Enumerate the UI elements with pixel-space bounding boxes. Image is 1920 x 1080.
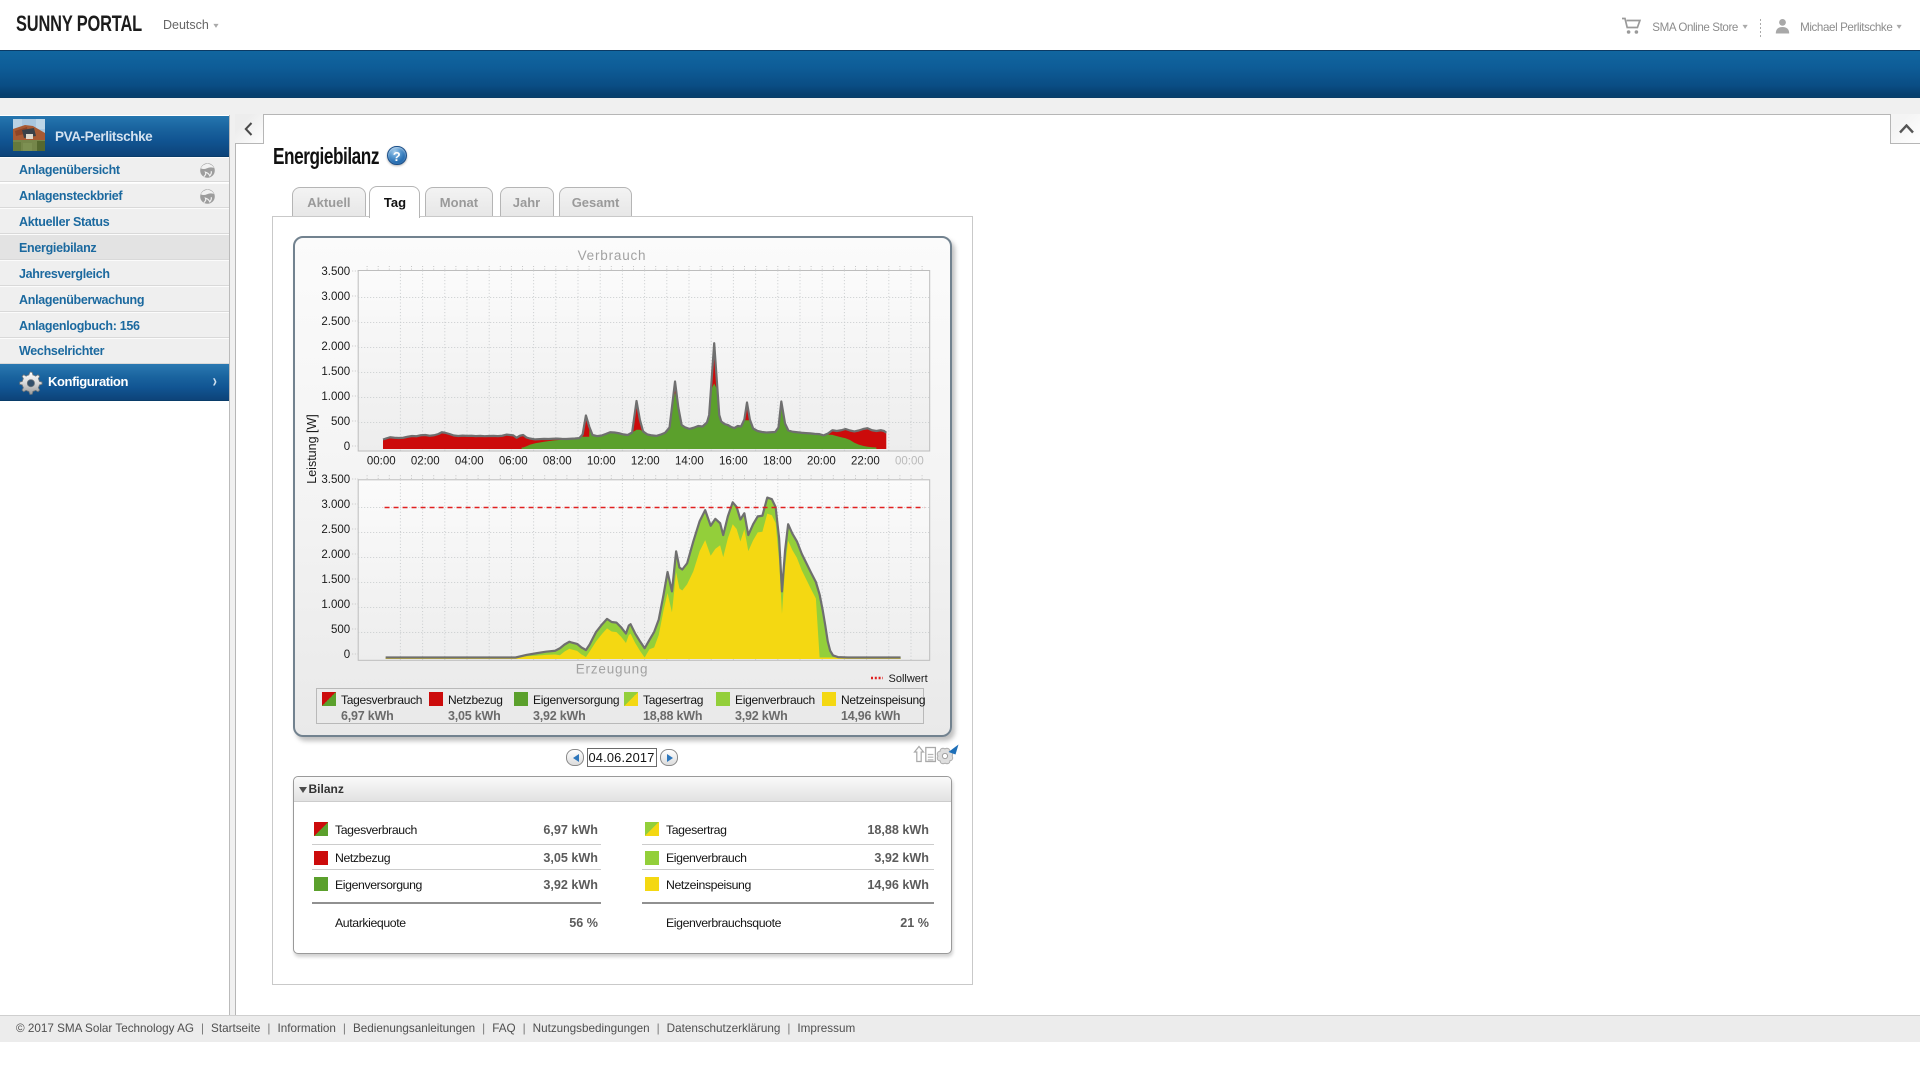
svg-text:22:00: 22:00 xyxy=(851,455,880,467)
svg-text:1.500: 1.500 xyxy=(321,366,350,378)
svg-text:20:00: 20:00 xyxy=(807,455,836,467)
svg-text:3.500: 3.500 xyxy=(321,266,350,278)
svg-text:3.000: 3.000 xyxy=(321,291,350,303)
svg-text:3.000: 3.000 xyxy=(321,499,350,511)
svg-text:1.500: 1.500 xyxy=(321,574,350,586)
svg-text:3.500: 3.500 xyxy=(321,474,350,486)
svg-text:16:00: 16:00 xyxy=(719,455,748,467)
svg-text:1.000: 1.000 xyxy=(321,599,350,611)
svg-text:2.000: 2.000 xyxy=(321,549,350,561)
svg-text:Erzeugung: Erzeugung xyxy=(576,661,649,676)
svg-text:2.000: 2.000 xyxy=(321,341,350,353)
svg-text:500: 500 xyxy=(331,416,350,428)
svg-text:14:00: 14:00 xyxy=(675,455,704,467)
svg-text:1.000: 1.000 xyxy=(321,391,350,403)
svg-text:00:00: 00:00 xyxy=(367,455,396,467)
svg-text:18:00: 18:00 xyxy=(763,455,792,467)
svg-text:500: 500 xyxy=(331,624,350,636)
svg-text:2.500: 2.500 xyxy=(321,316,350,328)
svg-text:02:00: 02:00 xyxy=(411,455,440,467)
svg-text:Verbrauch: Verbrauch xyxy=(578,248,647,263)
svg-text:0: 0 xyxy=(344,441,350,453)
svg-text:2.500: 2.500 xyxy=(321,524,350,536)
svg-text:Leistung [W]: Leistung [W] xyxy=(305,414,319,483)
svg-text:08:00: 08:00 xyxy=(543,455,572,467)
svg-text:12:00: 12:00 xyxy=(631,455,660,467)
svg-text:0: 0 xyxy=(344,649,350,661)
svg-text:10:00: 10:00 xyxy=(587,455,616,467)
svg-text:06:00: 06:00 xyxy=(499,455,528,467)
svg-text:04:00: 04:00 xyxy=(455,455,484,467)
svg-text:Sollwert: Sollwert xyxy=(889,673,928,685)
svg-text:00:00: 00:00 xyxy=(895,455,924,467)
